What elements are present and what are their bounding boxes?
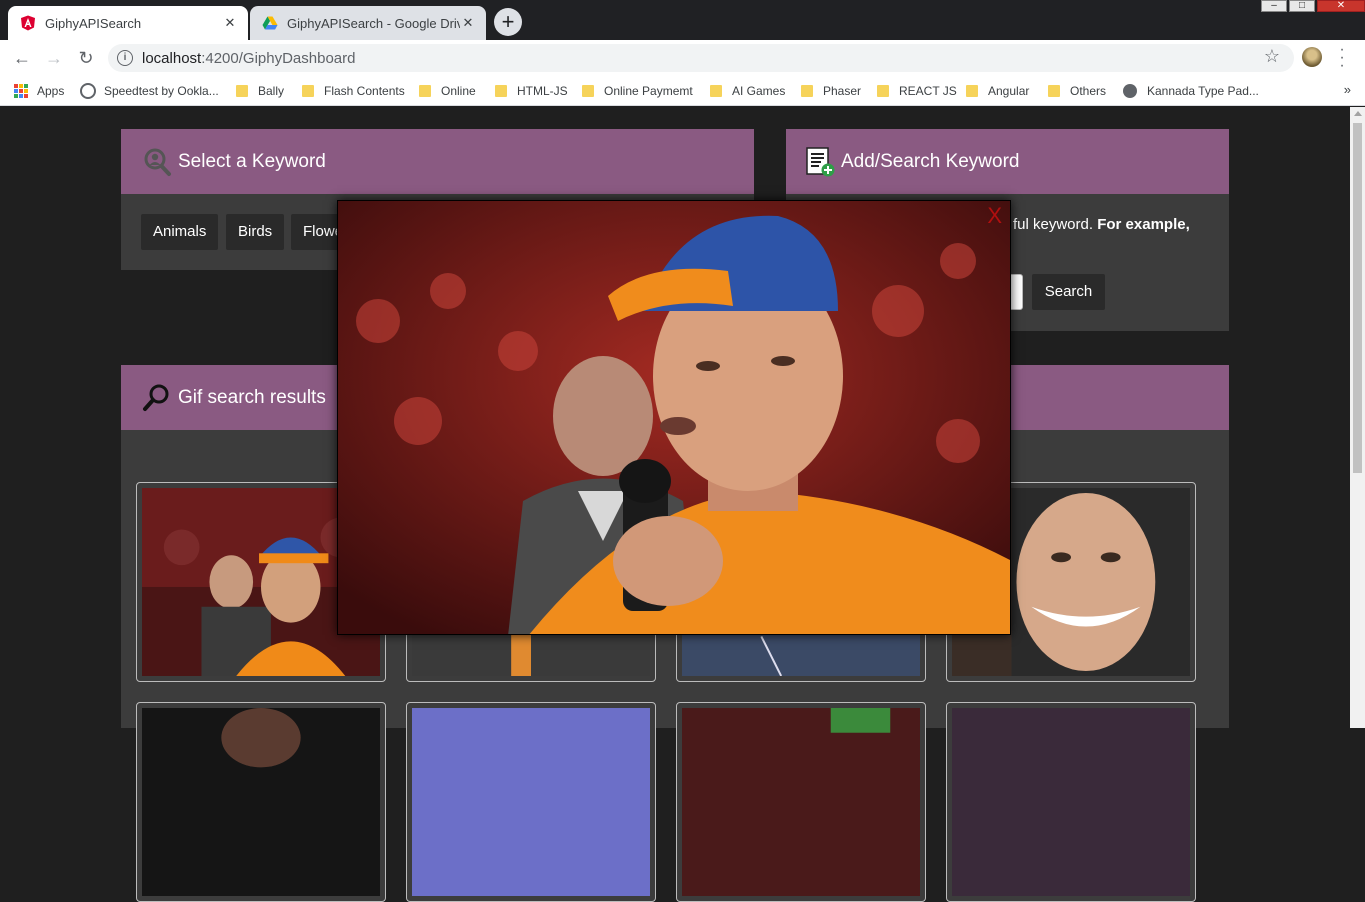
tab-title: GiphyAPISearch [45,15,142,31]
bookmark-label: HTML-JS [517,84,568,98]
bookmark-label: REACT JS [899,84,957,98]
url-text: localhost:4200/GiphyDashboard [142,50,355,67]
back-arrow-icon[interactable]: ← [10,46,34,70]
bookmark-label: Apps [37,84,65,98]
select-keyword-title: Select a Keyword [178,150,326,172]
magnifier-icon [143,384,169,411]
folder-icon [966,85,978,97]
folder-icon [495,85,507,97]
bookmark-folder-phaser[interactable]: Phaser [801,82,861,100]
select-keyword-header: Select a Keyword [121,129,754,194]
tab-title: GiphyAPISearch - Google Drive [287,15,460,31]
gif-thumbnail [412,708,650,896]
bookmarks-overflow-icon[interactable]: » [1344,82,1351,97]
bookmark-folder-online-paymemt[interactable]: Online Paymemt [582,82,693,100]
add-search-keyword-header: Add/Search Keyword [786,129,1229,194]
window-close-icon[interactable]: ✕ [1317,0,1365,12]
new-tab-button[interactable]: + [494,8,522,36]
bookmark-label: Kannada Type Pad... [1147,84,1259,98]
url-host: localhost [142,50,202,67]
angular-icon [21,15,35,31]
speedtest-icon [80,83,96,99]
bookmark-label: Angular [988,84,1030,98]
bookmark-kannada-type-pad[interactable]: Kannada Type Pad... [1123,82,1259,100]
search-button[interactable]: Search [1032,274,1105,310]
bookmark-folder-angular[interactable]: Angular [966,82,1029,100]
info-icon[interactable]: i [117,50,133,66]
scrollbar-thumb[interactable] [1353,123,1362,473]
folder-icon [236,85,248,97]
reload-icon[interactable]: ↻ [74,46,98,70]
globe-icon [1123,84,1137,98]
help-example-label: For example, [1097,216,1190,233]
add-search-keyword-title: Add/Search Keyword [841,150,1020,172]
bookmark-label: Flash Contents [324,84,405,98]
bookmark-label: AI Games [732,84,786,98]
page-scrollbar[interactable] [1350,107,1365,728]
gif-preview-modal: X [337,200,1011,635]
address-bar[interactable]: i localhost:4200/GiphyDashboard ☆ [108,44,1294,72]
folder-icon [419,85,431,97]
gif-card[interactable] [136,702,386,902]
minimize-icon[interactable]: – [1261,0,1287,12]
bookmark-label: Speedtest by Ookla... [104,84,219,98]
bookmark-speedtest[interactable]: Speedtest by Ookla... [80,82,219,100]
folder-icon [302,85,314,97]
bookmark-star-icon[interactable]: ☆ [1264,46,1280,67]
maximize-icon[interactable]: □ [1289,0,1315,12]
gif-results-title: Gif search results [178,386,326,408]
folder-icon [801,85,813,97]
help-text: ful keyword. [1013,216,1094,233]
bookmarks-bar: Apps Speedtest by Ookla... Bally Flash C… [0,76,1365,106]
bookmark-folder-ai-games[interactable]: AI Games [710,82,785,100]
gif-card[interactable] [946,702,1196,902]
bookmark-folder-react-js[interactable]: REACT JS [877,82,957,100]
gif-card[interactable] [406,702,656,902]
bookmark-label: Online Paymemt [604,84,693,98]
url-path: :4200/GiphyDashboard [201,50,356,67]
browser-toolbar: ← → ↻ i localhost:4200/GiphyDashboard ☆ [0,40,1365,76]
tab-close-icon[interactable]: ✕ [460,15,476,31]
keyword-button-animals[interactable]: Animals [141,214,219,250]
bookmark-folder-bally[interactable]: Bally [236,82,284,100]
folder-icon [710,85,722,97]
add-document-icon [806,146,835,176]
forward-arrow-icon[interactable]: → [42,46,66,70]
bookmark-label: Bally [258,84,285,98]
keyword-button-birds[interactable]: Birds [226,214,285,250]
profile-avatar[interactable] [1302,47,1322,67]
browser-menu-icon[interactable]: · · · [1336,42,1348,74]
bookmark-label: Phaser [823,84,862,98]
search-person-icon [144,148,171,176]
bookmark-folder-online[interactable]: Online [419,82,476,100]
folder-icon [1048,85,1060,97]
bookmark-label: Online [441,84,476,98]
bookmark-folder-flash-contents[interactable]: Flash Contents [302,82,405,100]
bookmark-apps[interactable]: Apps [14,82,64,100]
folder-icon [582,85,594,97]
close-modal-icon[interactable]: X [987,203,1002,229]
tab-strip: GiphyAPISearch ✕ GiphyAPISearch - Google… [0,0,1365,40]
window-controls: – □ ✕ [1259,0,1365,12]
google-drive-icon [262,16,278,30]
tab-google-drive[interactable]: GiphyAPISearch - Google Drive ✕ [250,6,486,40]
tab-giphy-api-search[interactable]: GiphyAPISearch ✕ [8,6,248,40]
folder-icon [877,85,889,97]
gif-thumbnail [952,708,1190,896]
gif-thumbnail [682,708,920,896]
gif-preview-image [338,201,1010,634]
bookmark-folder-others[interactable]: Others [1048,82,1106,100]
apps-grid-icon [14,84,28,98]
gif-card[interactable] [676,702,926,902]
bookmark-folder-html-js[interactable]: HTML-JS [495,82,568,100]
keyword-help-text: ful keyword. For example, [1013,216,1190,233]
tab-close-icon[interactable]: ✕ [222,15,238,31]
gif-thumbnail [142,708,380,896]
scroll-up-icon[interactable] [1354,111,1362,116]
bookmark-label: Others [1070,84,1107,98]
